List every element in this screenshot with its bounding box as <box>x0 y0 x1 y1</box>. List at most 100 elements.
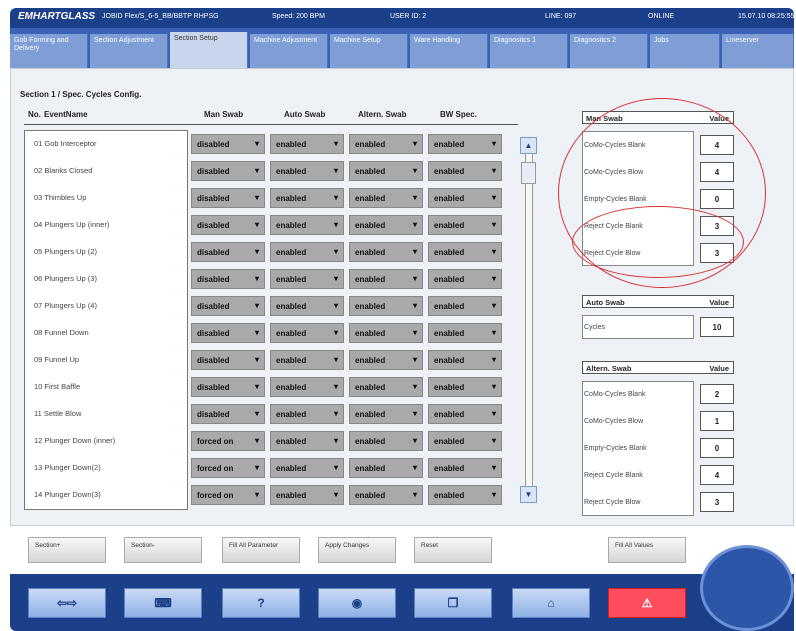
auto-cycles-value[interactable]: 10 <box>700 317 734 337</box>
altern-swab-select[interactable]: enabled <box>349 188 423 208</box>
altern-swab-select[interactable]: enabled <box>349 404 423 424</box>
altern-swab-select[interactable]: enabled <box>349 242 423 262</box>
bw-spec-select[interactable]: enabled <box>428 377 502 397</box>
section-plus-button[interactable]: Section+ <box>28 537 106 563</box>
altern-como-blank-value[interactable]: 2 <box>700 384 734 404</box>
man-swab-select[interactable]: forced on <box>191 431 265 451</box>
window-icon[interactable]: ❐ <box>414 588 492 618</box>
event-name: 01 Gob Interceptor <box>34 139 97 148</box>
altern-swab-select[interactable]: enabled <box>349 134 423 154</box>
altern-como-blow-value[interactable]: 1 <box>700 411 734 431</box>
auto-swab-select[interactable]: enabled <box>270 188 344 208</box>
event-name: 09 Funnel Up <box>34 355 80 364</box>
bw-spec-select[interactable]: enabled <box>428 269 502 289</box>
altern-reject-blank-value[interactable]: 4 <box>700 465 734 485</box>
tab-lineserver[interactable]: Lineserver <box>722 34 794 68</box>
bw-spec-select[interactable]: enabled <box>428 350 502 370</box>
altern-swab-select[interactable]: enabled <box>349 161 423 181</box>
bw-spec-select[interactable]: enabled <box>428 134 502 154</box>
auto-swab-select[interactable]: enabled <box>270 215 344 235</box>
altern-swab-select[interactable]: enabled <box>349 485 423 505</box>
camera-icon[interactable]: ◉ <box>318 588 396 618</box>
auto-swab-select[interactable]: enabled <box>270 404 344 424</box>
page-title: Section 1 / Spec. Cycles Config. <box>20 90 142 99</box>
tab-section-setup[interactable]: Section Setup <box>170 32 248 68</box>
altern-swab-select[interactable]: enabled <box>349 350 423 370</box>
auto-swab-select[interactable]: enabled <box>270 134 344 154</box>
bw-spec-select[interactable]: enabled <box>428 242 502 262</box>
tab-machine-adjustment[interactable]: Machine Adjustment <box>250 34 328 68</box>
man-swab-select[interactable]: disabled <box>191 134 265 154</box>
man-swab-select[interactable]: disabled <box>191 350 265 370</box>
main-tabs: Gob Forming and Delivery Section Adjustm… <box>10 28 794 68</box>
bw-spec-select[interactable]: enabled <box>428 323 502 343</box>
auto-swab-select[interactable]: enabled <box>270 323 344 343</box>
brand-logo: EMHARTGLASS <box>18 11 96 22</box>
tab-machine-setup[interactable]: Machine Setup <box>330 34 408 68</box>
scroll-down-button[interactable]: ▼ <box>520 486 537 503</box>
altern-swab-select[interactable]: enabled <box>349 269 423 289</box>
auto-swab-select[interactable]: enabled <box>270 458 344 478</box>
altern-como-blank-label: CoMo-Cycles Blank <box>584 391 646 398</box>
bw-spec-select[interactable]: enabled <box>428 161 502 181</box>
keyboard-icon[interactable]: ⌨ <box>124 588 202 618</box>
home-button[interactable]: ⌂ <box>512 588 590 618</box>
tab-section-adjustment[interactable]: Section Adjustment <box>90 34 168 68</box>
scrollbar-track[interactable] <box>525 137 533 494</box>
event-name: 13 Plunger Down(2) <box>34 463 101 472</box>
fill-all-values-button[interactable]: Fill All Values <box>608 537 686 563</box>
tab-jobs[interactable]: Jobs <box>650 34 720 68</box>
alarm-button[interactable]: ⚠ <box>608 588 686 618</box>
auto-swab-select[interactable]: enabled <box>270 242 344 262</box>
tab-diagnostics-1[interactable]: Diagnostics 1 <box>490 34 568 68</box>
tab-gob-forming[interactable]: Gob Forming and Delivery <box>10 34 88 68</box>
auto-swab-select[interactable]: enabled <box>270 350 344 370</box>
auto-swab-select[interactable]: enabled <box>270 296 344 316</box>
man-swab-select[interactable]: disabled <box>191 377 265 397</box>
auto-swab-select[interactable]: enabled <box>270 377 344 397</box>
man-swab-select[interactable]: disabled <box>191 242 265 262</box>
altern-empty-blank-value[interactable]: 0 <box>700 438 734 458</box>
auto-swab-select[interactable]: enabled <box>270 431 344 451</box>
man-swab-select[interactable]: disabled <box>191 404 265 424</box>
altern-swab-select[interactable]: enabled <box>349 458 423 478</box>
altern-swab-select[interactable]: enabled <box>349 323 423 343</box>
help-button[interactable]: ? <box>222 588 300 618</box>
bw-spec-select[interactable]: enabled <box>428 485 502 505</box>
jog-wheel[interactable] <box>700 545 794 631</box>
scrollbar-thumb[interactable] <box>521 162 536 184</box>
man-swab-select[interactable]: disabled <box>191 215 265 235</box>
tab-ware-handling[interactable]: Ware Handling <box>410 34 488 68</box>
bw-spec-select[interactable]: enabled <box>428 431 502 451</box>
altern-swab-select[interactable]: enabled <box>349 215 423 235</box>
bw-spec-select[interactable]: enabled <box>428 296 502 316</box>
apply-changes-button[interactable]: Apply Changes <box>318 537 396 563</box>
tab-diagnostics-2[interactable]: Diagnostics 2 <box>570 34 648 68</box>
bw-spec-select[interactable]: enabled <box>428 188 502 208</box>
man-swab-select[interactable]: disabled <box>191 296 265 316</box>
section-minus-button[interactable]: Section- <box>124 537 202 563</box>
auto-swab-select[interactable]: enabled <box>270 269 344 289</box>
navigate-arrows-button[interactable]: ⇦⇨ <box>28 588 106 618</box>
man-swab-select[interactable]: disabled <box>191 188 265 208</box>
fill-all-parameter-button[interactable]: Fill All Parameter <box>222 537 300 563</box>
altern-swab-select[interactable]: enabled <box>349 296 423 316</box>
man-swab-select[interactable]: disabled <box>191 161 265 181</box>
altern-swab-select[interactable]: enabled <box>349 431 423 451</box>
auto-swab-select[interactable]: enabled <box>270 161 344 181</box>
altern-swab-select[interactable]: enabled <box>349 377 423 397</box>
altern-reject-blow-value[interactable]: 3 <box>700 492 734 512</box>
speed-readout: Speed: 200 BPM <box>272 13 325 20</box>
man-swab-select[interactable]: disabled <box>191 269 265 289</box>
man-swab-select[interactable]: forced on <box>191 458 265 478</box>
online-status: ONLINE <box>648 13 675 20</box>
auto-swab-select[interactable]: enabled <box>270 485 344 505</box>
bw-spec-select[interactable]: enabled <box>428 458 502 478</box>
bw-spec-select[interactable]: enabled <box>428 215 502 235</box>
reset-button[interactable]: Reset <box>414 537 492 563</box>
man-swab-select[interactable]: forced on <box>191 485 265 505</box>
col-no: No. <box>28 110 41 119</box>
man-swab-select[interactable]: disabled <box>191 323 265 343</box>
bw-spec-select[interactable]: enabled <box>428 404 502 424</box>
scroll-up-button[interactable]: ▲ <box>520 137 537 154</box>
